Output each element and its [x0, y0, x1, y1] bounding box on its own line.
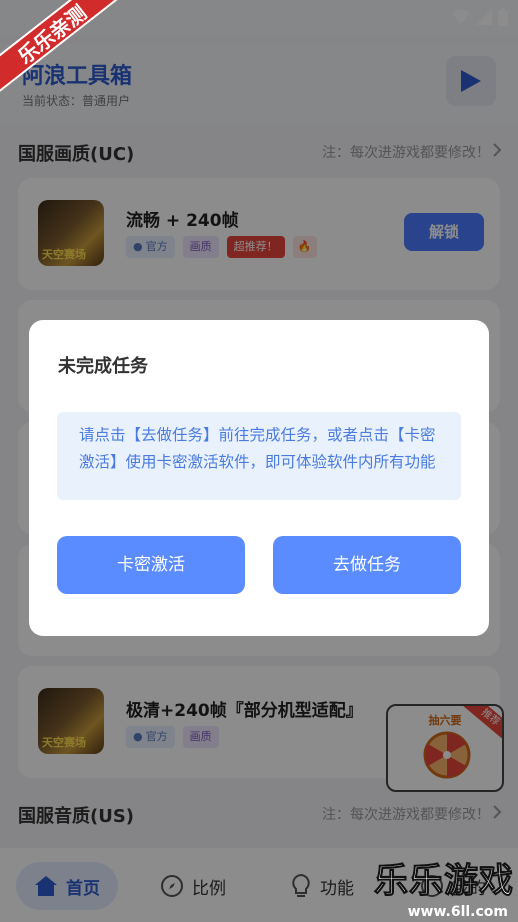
- task-incomplete-dialog: 未完成任务 请点击【去做任务】前往完成任务，或者点击【卡密激活】使用卡密激活软件…: [29, 320, 489, 636]
- dialog-title: 未完成任务: [58, 356, 148, 377]
- do-task-button[interactable]: 去做任务: [273, 536, 461, 594]
- dialog-message: 请点击【去做任务】前往完成任务，或者点击【卡密激活】使用卡密激活软件，即可体验软…: [57, 412, 461, 500]
- brand-url-watermark: www.6ll.com: [407, 904, 508, 920]
- activate-code-button[interactable]: 卡密激活: [57, 536, 245, 594]
- brand-watermark: 乐乐游戏: [374, 861, 514, 902]
